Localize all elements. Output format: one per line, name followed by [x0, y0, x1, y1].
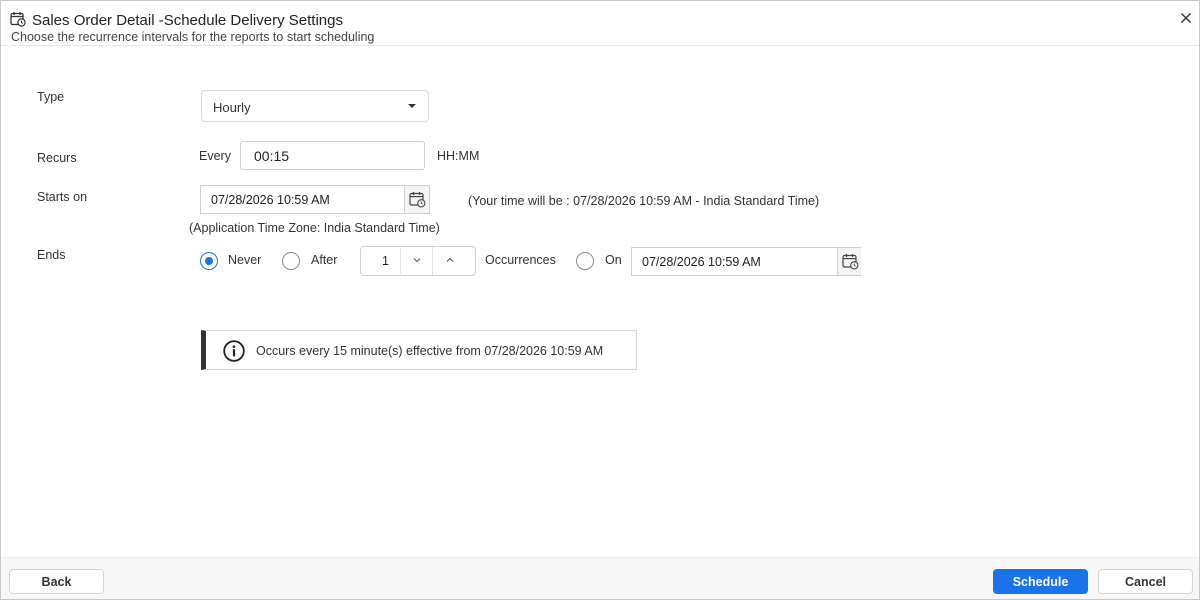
app-timezone-note: (Application Time Zone: India Standard T… [189, 221, 440, 235]
dialog-title: Sales Order Detail -Schedule Delivery Se… [32, 12, 343, 29]
calendar-clock-icon [10, 12, 26, 27]
ends-on-radio[interactable] [576, 252, 594, 270]
ends-after-radio[interactable] [282, 252, 300, 270]
close-icon[interactable] [1177, 9, 1195, 27]
occurrences-increment-button[interactable] [434, 247, 466, 275]
starts-on-label: Starts on [37, 190, 88, 204]
chevron-down-icon [413, 258, 421, 263]
schedule-dialog: Sales Order Detail -Schedule Delivery Se… [0, 0, 1200, 600]
ends-on-date-input[interactable] [632, 248, 837, 275]
caret-down-icon [408, 104, 416, 108]
back-button[interactable]: Back [9, 569, 104, 594]
ends-never-label: Never [228, 253, 262, 267]
occurrences-stepper [360, 246, 476, 276]
dialog-subtitle: Choose the recurrence intervals for the … [11, 30, 375, 44]
recurs-label: Recurs [37, 151, 77, 165]
type-select[interactable]: Hourly [201, 90, 429, 122]
cancel-button[interactable]: Cancel [1098, 569, 1193, 594]
recurs-unit-text: HH:MM [437, 149, 480, 163]
occurrences-decrement-button[interactable] [401, 247, 433, 275]
starts-on-date-input[interactable] [201, 186, 404, 213]
calendar-icon [409, 192, 426, 208]
recurs-every-text: Every [199, 149, 231, 163]
ends-after-label: After [311, 253, 338, 267]
occurrences-label: Occurrences [485, 253, 556, 267]
ends-on-label: On [605, 253, 622, 267]
starts-on-calendar-button[interactable] [404, 186, 429, 213]
dialog-header: Sales Order Detail -Schedule Delivery Se… [1, 1, 1199, 46]
chevron-up-icon [446, 257, 454, 262]
schedule-summary-box: Occurs every 15 minute(s) effective from… [201, 330, 637, 370]
schedule-summary-text: Occurs every 15 minute(s) effective from… [256, 344, 604, 358]
dialog-footer: Back Schedule Cancel [1, 557, 1199, 599]
schedule-button[interactable]: Schedule [993, 569, 1088, 594]
recurs-time-input[interactable] [240, 141, 425, 170]
occurrences-input[interactable] [371, 248, 401, 274]
ends-label: Ends [37, 248, 66, 262]
starts-on-datepicker [200, 185, 430, 214]
info-icon [223, 340, 245, 362]
ends-never-radio[interactable] [200, 252, 218, 270]
calendar-icon [842, 254, 859, 270]
type-selected-value: Hourly [213, 100, 251, 115]
your-time-note: (Your time will be : 07/28/2026 10:59 AM… [468, 194, 820, 208]
type-label: Type [37, 90, 65, 104]
ends-on-calendar-button[interactable] [837, 248, 861, 275]
ends-on-datepicker [631, 247, 861, 276]
